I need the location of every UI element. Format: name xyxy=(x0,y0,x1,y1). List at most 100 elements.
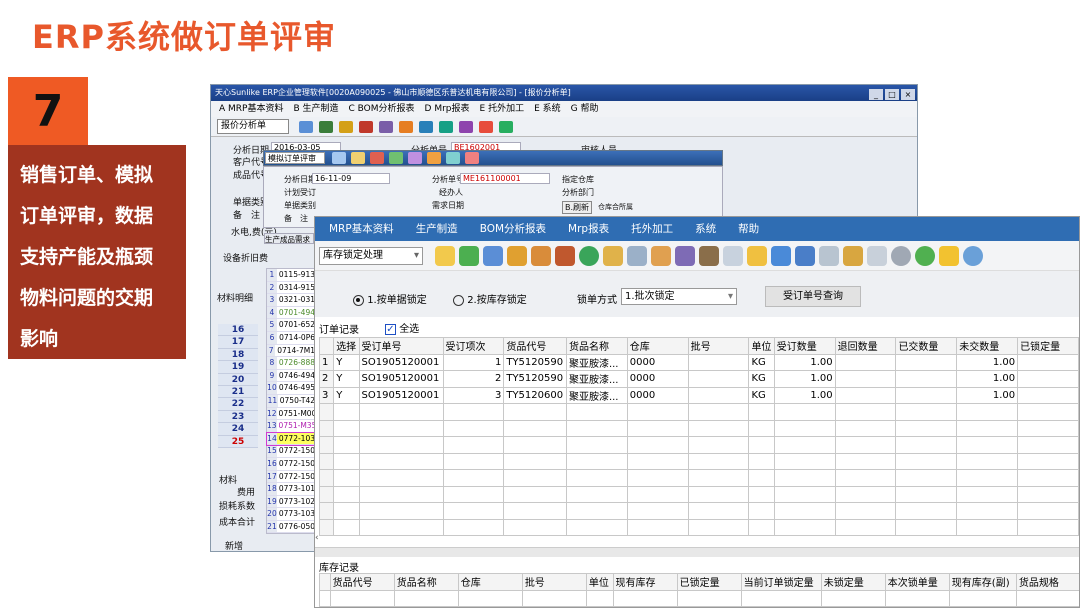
currency-icon[interactable] xyxy=(579,245,599,266)
menu-mrp-basic[interactable]: MRP基本资料 xyxy=(329,223,394,235)
tool-icon[interactable] xyxy=(446,152,460,164)
menu-help[interactable]: 帮助 xyxy=(738,223,759,235)
function-select[interactable]: 库存锁定处理 xyxy=(319,246,423,265)
list-item[interactable]: 14 0772-103 xyxy=(266,431,316,447)
tool-icon[interactable] xyxy=(389,152,403,164)
column-header[interactable]: 本次锁单量 xyxy=(884,573,950,591)
table-row[interactable] xyxy=(318,518,1079,536)
tools-icon[interactable] xyxy=(699,245,719,266)
column-header[interactable]: 未锁定量 xyxy=(820,573,886,591)
option-by-document[interactable]: 1.按单据锁定 xyxy=(353,291,427,306)
list-item[interactable]: 8 0726-888 xyxy=(267,357,315,370)
column-header[interactable]: 选择 xyxy=(333,337,360,355)
table-row[interactable]: 3 Y SO1905120001 3 TY5120600 聚亚胺漆... 0000 KG 1.0… xyxy=(318,386,1079,404)
column-header[interactable]: 单位 xyxy=(585,573,614,591)
minimize-button[interactable]: _ xyxy=(869,89,883,100)
lock-method-select[interactable]: 1.批次锁定 ▾ xyxy=(621,288,737,305)
tool-icon[interactable] xyxy=(299,120,313,133)
column-header[interactable] xyxy=(318,337,335,355)
menu-system[interactable]: 系统 xyxy=(695,223,716,235)
column-header[interactable]: 退回数量 xyxy=(834,337,897,355)
folder-icon[interactable] xyxy=(843,245,863,266)
grid-icon[interactable] xyxy=(795,245,815,266)
list-item[interactable]: 16 0772-150 xyxy=(267,457,315,471)
column-header[interactable]: 受订项次 xyxy=(442,337,505,355)
help-icon[interactable] xyxy=(723,245,743,266)
list-item[interactable]: 4 0701-494 xyxy=(267,306,315,320)
order-no-query-button[interactable]: 受订单号查询 xyxy=(765,286,861,307)
list-item[interactable]: 18 0773-101 xyxy=(267,483,315,496)
list-item[interactable]: 11 0750-T42 xyxy=(267,394,315,408)
table-row[interactable]: 2 Y SO1905120001 2 TY5120590 聚亚胺漆... 0000 KG 1.0… xyxy=(318,370,1079,388)
menu-production[interactable]: B 生产制造 xyxy=(293,104,338,114)
menu-outsourcing[interactable]: E 托外加工 xyxy=(480,104,525,114)
table-row[interactable]: 1 Y SO1905120001 1 TY5120590 聚亚胺漆... 0000 KG 1.0… xyxy=(318,353,1079,371)
table-row[interactable] xyxy=(318,436,1079,454)
column-header[interactable] xyxy=(319,573,331,591)
tab-material-detail[interactable]: 材料明细 xyxy=(217,291,253,304)
list-item[interactable]: 3 0321-031 xyxy=(267,294,315,307)
column-header[interactable]: 货品名称 xyxy=(565,337,628,355)
document-icon[interactable] xyxy=(867,245,887,266)
bell-icon[interactable] xyxy=(939,245,959,266)
option-by-inventory[interactable]: 2.按库存锁定 xyxy=(453,291,527,306)
table-row[interactable] xyxy=(318,403,1079,421)
list-item[interactable]: 5 0701-652 xyxy=(267,319,315,332)
radio-off-icon[interactable] xyxy=(453,294,464,306)
horizontal-scrollbar[interactable] xyxy=(315,547,1079,557)
column-header[interactable]: 货品代号 xyxy=(329,573,395,591)
list-item[interactable]: 19 0773-102 xyxy=(267,495,315,509)
column-header[interactable]: 受订单号 xyxy=(358,337,444,355)
table-row[interactable] xyxy=(318,469,1079,487)
table-row[interactable] xyxy=(319,589,1079,607)
list-item[interactable]: 13 0751-M35 xyxy=(267,420,315,433)
tool-icon[interactable] xyxy=(419,120,433,133)
mail-icon[interactable] xyxy=(747,245,767,266)
tool-icon[interactable] xyxy=(359,120,373,133)
checkbox-checked-icon[interactable]: ✓ xyxy=(385,323,396,335)
tab-product-demand[interactable]: 生产成品需求 xyxy=(264,233,314,244)
column-header[interactable]: 现有库存 xyxy=(612,573,678,591)
list-item[interactable]: 21 0776-050 xyxy=(267,520,315,534)
users-icon[interactable] xyxy=(675,245,695,266)
tool-icon[interactable] xyxy=(379,120,393,133)
column-header[interactable]: 已锁定量 xyxy=(676,573,742,591)
menu-outsourcing[interactable]: 托外加工 xyxy=(631,223,673,235)
cart-icon[interactable] xyxy=(627,245,647,266)
search-icon[interactable] xyxy=(963,245,983,266)
list-item[interactable]: 9 0746-494 xyxy=(267,369,315,383)
column-header[interactable]: 货品名称 xyxy=(393,573,459,591)
list-item[interactable]: 2 0314-915 xyxy=(267,281,315,295)
lock-icon[interactable] xyxy=(507,245,527,266)
list-item[interactable]: 1 0115-913 xyxy=(267,269,315,282)
form-select[interactable]: 报价分析单 xyxy=(217,119,289,134)
column-header[interactable]: 已交数量 xyxy=(895,337,958,355)
home-icon[interactable] xyxy=(555,245,575,266)
table-row[interactable] xyxy=(318,452,1079,470)
menu-mrp-report[interactable]: D Mrp报表 xyxy=(425,104,470,114)
tool-icon[interactable] xyxy=(319,120,333,133)
list-item[interactable]: 15 0772-150 xyxy=(267,445,315,458)
menu-system[interactable]: E 系统 xyxy=(534,104,561,114)
menu-mrp-basic[interactable]: A MRP基本资料 xyxy=(219,104,283,114)
tool-icon[interactable] xyxy=(408,152,422,164)
maximize-button[interactable]: □ xyxy=(885,89,899,100)
clock-icon[interactable] xyxy=(891,245,911,266)
tool-icon[interactable] xyxy=(351,152,365,164)
list-item[interactable]: 17 0772-150 xyxy=(267,470,315,484)
list-item[interactable]: 10 0746-495 xyxy=(267,382,315,395)
table-row[interactable] xyxy=(318,502,1079,520)
scroll-left-icon[interactable]: ‹ xyxy=(315,533,327,546)
column-header[interactable]: 未交数量 xyxy=(956,337,1019,355)
select-all-checkbox[interactable]: ✓ 全选 xyxy=(385,320,419,335)
briefcase-icon[interactable] xyxy=(531,245,551,266)
tool-icon[interactable] xyxy=(479,120,493,133)
table-row[interactable] xyxy=(318,419,1079,437)
info-icon[interactable] xyxy=(771,245,791,266)
sim-date-field[interactable]: 16-11-09 xyxy=(312,173,390,184)
column-header[interactable]: 批号 xyxy=(687,337,750,355)
menu-bom[interactable]: BOM分析报表 xyxy=(480,223,546,235)
refresh-button[interactable]: B.刷新 xyxy=(562,201,593,214)
calculator-icon[interactable] xyxy=(819,245,839,266)
sim-no-field[interactable]: ME161100001 xyxy=(460,173,550,184)
